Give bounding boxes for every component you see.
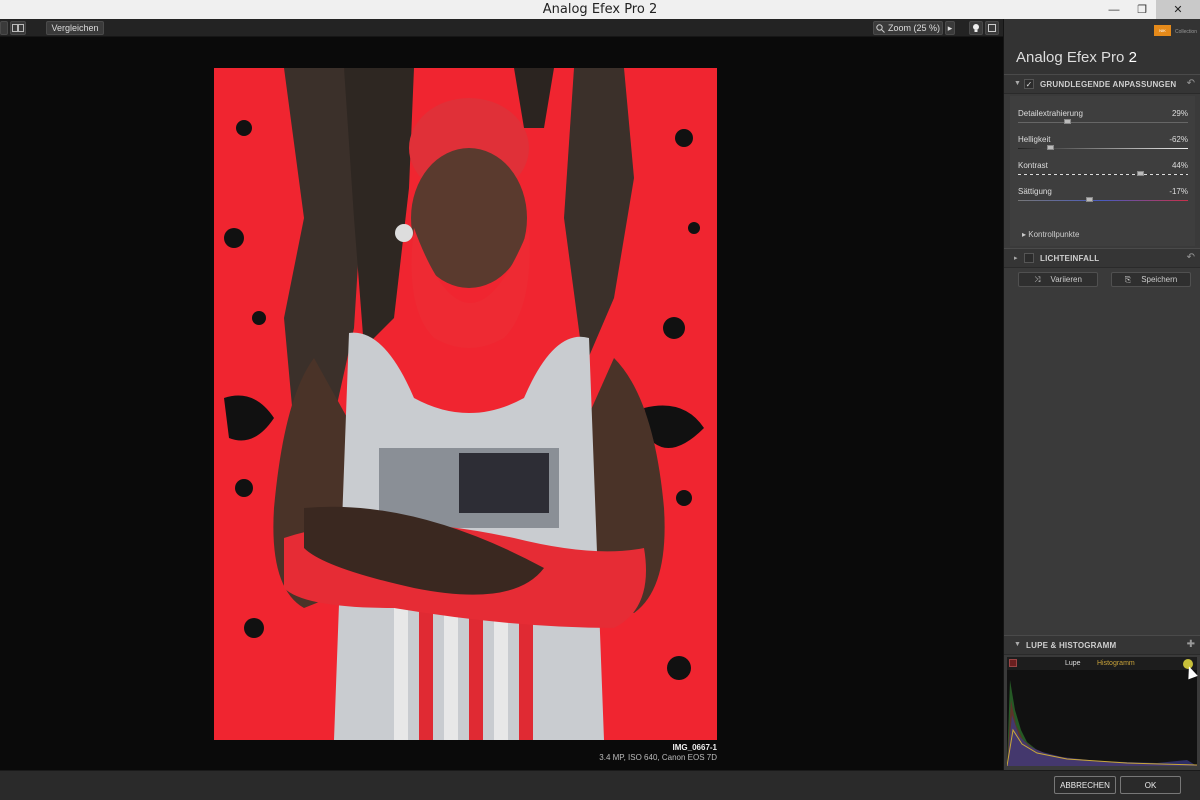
- minimize-button[interactable]: —: [1100, 0, 1128, 19]
- slider-label: Kontrast: [1018, 161, 1048, 170]
- basic-enable-checkbox[interactable]: ✓: [1024, 79, 1034, 89]
- slider-label: Helligkeit: [1018, 135, 1051, 144]
- app-name-text: Analog Efex Pro: [1016, 49, 1125, 66]
- section-title: LUPE & HISTOGRAMM: [1026, 641, 1117, 650]
- slider-label: Detailextrahierung: [1018, 109, 1083, 118]
- save-label: Speichern: [1141, 275, 1178, 284]
- image-canvas[interactable]: IMG_0667-1 3.4 MP, ISO 640, Canon EOS 7D: [0, 37, 1003, 770]
- pin-icon[interactable]: ✚: [1187, 639, 1195, 650]
- expand-arrow-icon[interactable]: ▸: [1014, 254, 1018, 262]
- brand-header: NIK Collection Analog Efex Pro 2: [1004, 19, 1200, 74]
- slider-value: -17%: [1169, 187, 1188, 196]
- slider-thumb[interactable]: [1064, 119, 1072, 124]
- tab-histogram[interactable]: Histogramm: [1097, 660, 1135, 667]
- image-info: 3.4 MP, ISO 640, Canon EOS 7D: [599, 753, 717, 762]
- maximize-button[interactable]: ❐: [1128, 0, 1156, 19]
- preview-photo: [214, 68, 717, 740]
- slider-detail-extraction[interactable]: Detailextrahierung 29%: [1018, 109, 1188, 133]
- collapse-arrow-icon[interactable]: ▼: [1014, 641, 1021, 648]
- close-button[interactable]: ✕: [1156, 0, 1200, 19]
- single-view-icon[interactable]: [0, 21, 8, 35]
- bottom-bar: [0, 770, 1200, 800]
- photo-rendering: [214, 68, 717, 740]
- image-caption: IMG_0667-1 3.4 MP, ISO 640, Canon EOS 7D: [599, 743, 717, 763]
- shuffle-icon: ⤨: [1034, 274, 1041, 284]
- slider-saturation[interactable]: Sättigung -17%: [1018, 187, 1188, 211]
- section-loupe-histogram[interactable]: ▼ LUPE & HISTOGRAMM ✚: [1004, 635, 1200, 655]
- zoom-label: Zoom (25 %): [887, 23, 940, 33]
- logo-tag: Collection: [1175, 29, 1197, 35]
- image-filename: IMG_0667-1: [672, 743, 717, 752]
- zoom-dropdown-icon[interactable]: ▸: [945, 21, 955, 35]
- slider-value: -62%: [1169, 135, 1188, 144]
- section-title: LICHTEINFALL: [1040, 254, 1100, 263]
- app-version: 2: [1128, 49, 1137, 66]
- background-toggle-icon[interactable]: [985, 21, 999, 35]
- nik-logo: NIK: [1154, 25, 1171, 36]
- slider-value: 44%: [1171, 161, 1188, 170]
- title-bar: Analog Efex Pro 2 — ❐ ✕: [0, 0, 1200, 19]
- app-name: Analog Efex Pro 2: [1016, 49, 1137, 66]
- magnifier-icon: [876, 23, 885, 33]
- slider-thumb[interactable]: [1085, 197, 1093, 202]
- ok-button[interactable]: OK: [1120, 776, 1181, 794]
- save-button[interactable]: ⎘ Speichern: [1111, 272, 1191, 287]
- histogram-graph: [1007, 680, 1197, 766]
- loupe-histogram-tabs: Lupe Histogramm: [1007, 657, 1197, 670]
- slider-value: 29%: [1171, 109, 1188, 118]
- reset-icon[interactable]: ↶: [1187, 252, 1195, 263]
- window-controls: — ❐ ✕: [1100, 0, 1200, 19]
- vary-label: Variieren: [1050, 275, 1082, 284]
- window-title: Analog Efex Pro 2: [542, 2, 658, 17]
- slider-track[interactable]: [1018, 148, 1188, 149]
- section-basic-adjustments[interactable]: ▼ ✓ GRUNDLEGENDE ANPASSUNGEN ↶: [1004, 74, 1200, 94]
- bulb-icon[interactable]: [969, 21, 983, 35]
- light-enable-checkbox[interactable]: [1024, 253, 1034, 263]
- compare-button[interactable]: Vergleichen: [46, 21, 104, 35]
- section-light[interactable]: ▸ LICHTEINFALL ↶: [1004, 248, 1200, 268]
- slider-contrast[interactable]: Kontrast 44%: [1018, 161, 1188, 185]
- basic-section-body: Detailextrahierung 29% Helligkeit -62% K…: [1010, 96, 1195, 246]
- slider-label: Sättigung: [1018, 187, 1052, 196]
- control-points-header[interactable]: ▸ Kontrollpunkte: [1022, 230, 1079, 239]
- slider-track[interactable]: [1018, 122, 1188, 123]
- expand-arrow-icon[interactable]: ▸: [1022, 230, 1026, 239]
- control-points-label: Kontrollpunkte: [1028, 230, 1080, 239]
- top-toolbar: Vergleichen Zoom (25 %) ▸: [0, 19, 1003, 37]
- slider-brightness[interactable]: Helligkeit -62%: [1018, 135, 1188, 159]
- histogram-view: [1007, 670, 1197, 766]
- slider-thumb[interactable]: [1047, 145, 1055, 150]
- collapse-arrow-icon[interactable]: ▼: [1014, 80, 1021, 87]
- background-glyph: [988, 24, 996, 32]
- slider-track[interactable]: [1018, 200, 1188, 201]
- slider-thumb[interactable]: [1137, 171, 1145, 176]
- save-icon: ⎘: [1124, 274, 1132, 284]
- zoom-button[interactable]: Zoom (25 %): [873, 21, 943, 35]
- reset-icon[interactable]: ↶: [1187, 78, 1195, 89]
- vary-button[interactable]: ⤨ Variieren: [1018, 272, 1098, 287]
- clip-warning-icon[interactable]: [1009, 659, 1017, 667]
- slider-track[interactable]: [1018, 174, 1188, 175]
- split-view-icon[interactable]: [10, 21, 26, 35]
- section-title: GRUNDLEGENDE ANPASSUNGEN: [1040, 80, 1177, 89]
- cancel-button[interactable]: ABBRECHEN: [1054, 776, 1116, 794]
- tab-loupe[interactable]: Lupe: [1065, 660, 1081, 667]
- bulb-glyph: [973, 24, 979, 32]
- split-view-glyph: [12, 24, 24, 32]
